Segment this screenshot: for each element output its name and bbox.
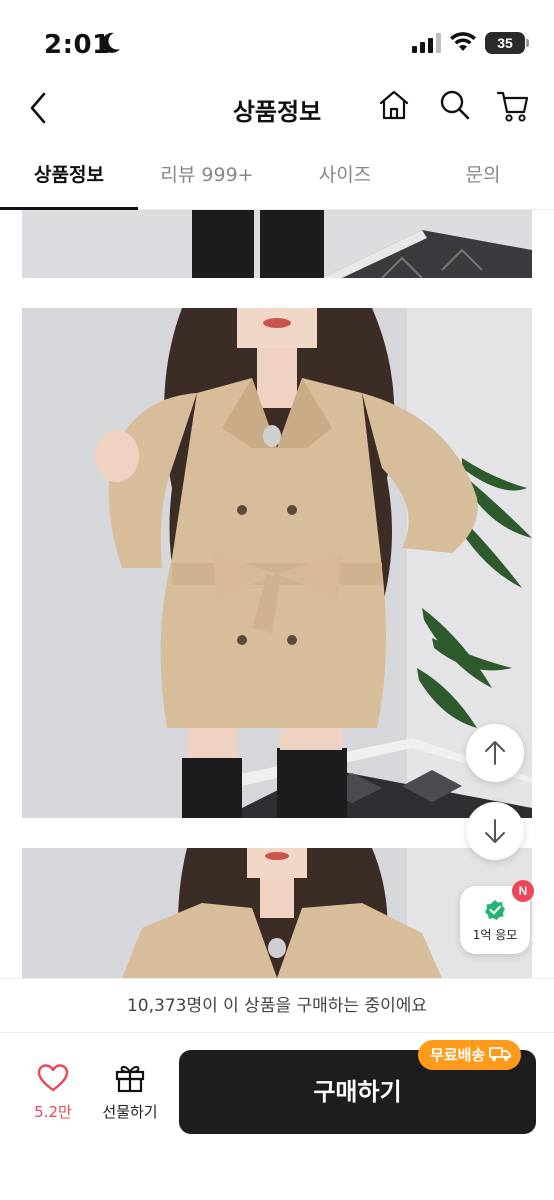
wifi-icon bbox=[450, 32, 476, 51]
arrow-down-icon bbox=[485, 819, 505, 843]
like-button[interactable]: 5.2만 bbox=[22, 1063, 84, 1127]
battery-indicator: 35 bbox=[485, 32, 525, 54]
buying-notice: 10,373명이 이 상품을 구매하는 중이에요 bbox=[0, 978, 554, 1032]
heart-icon bbox=[37, 1064, 69, 1092]
like-count: 5.2만 bbox=[34, 1103, 72, 1121]
gift-label: 선물하기 bbox=[102, 1103, 158, 1121]
tab-inquiry[interactable]: 문의 bbox=[414, 150, 552, 210]
battery-tip bbox=[526, 39, 529, 47]
event-button[interactable]: 1억 응모 N bbox=[460, 880, 534, 954]
top-header: 상품정보 bbox=[0, 80, 554, 136]
arrow-up-icon bbox=[485, 741, 505, 765]
home-icon[interactable] bbox=[377, 88, 411, 122]
free-shipping-badge: 무료배송 bbox=[418, 1040, 522, 1070]
gift-icon bbox=[115, 1065, 145, 1093]
status-bar: 2:01 35 bbox=[0, 0, 554, 80]
scroll-down-button[interactable] bbox=[466, 802, 524, 860]
truck-icon bbox=[489, 1047, 512, 1061]
moon-icon bbox=[102, 32, 120, 53]
signal-icon bbox=[412, 33, 441, 53]
new-badge: N bbox=[512, 880, 534, 902]
check-badge-icon bbox=[485, 900, 505, 920]
tab-product-info[interactable]: 상품정보 bbox=[0, 150, 138, 210]
gift-button[interactable]: 선물하기 bbox=[96, 1063, 164, 1127]
event-label: 1억 응모 bbox=[472, 928, 518, 942]
scroll-up-button[interactable] bbox=[466, 724, 524, 782]
search-icon[interactable] bbox=[439, 88, 471, 122]
tab-reviews[interactable]: 리뷰 999+ bbox=[138, 150, 276, 210]
product-photo bbox=[22, 210, 532, 278]
product-photo-main bbox=[22, 308, 532, 818]
product-tabs: 상품정보 리뷰 999+ 사이즈 문의 bbox=[0, 150, 554, 210]
cart-icon[interactable] bbox=[496, 88, 530, 124]
tab-size[interactable]: 사이즈 bbox=[276, 150, 414, 210]
product-photo bbox=[22, 848, 532, 978]
free-shipping-label: 무료배송 bbox=[430, 1046, 486, 1064]
